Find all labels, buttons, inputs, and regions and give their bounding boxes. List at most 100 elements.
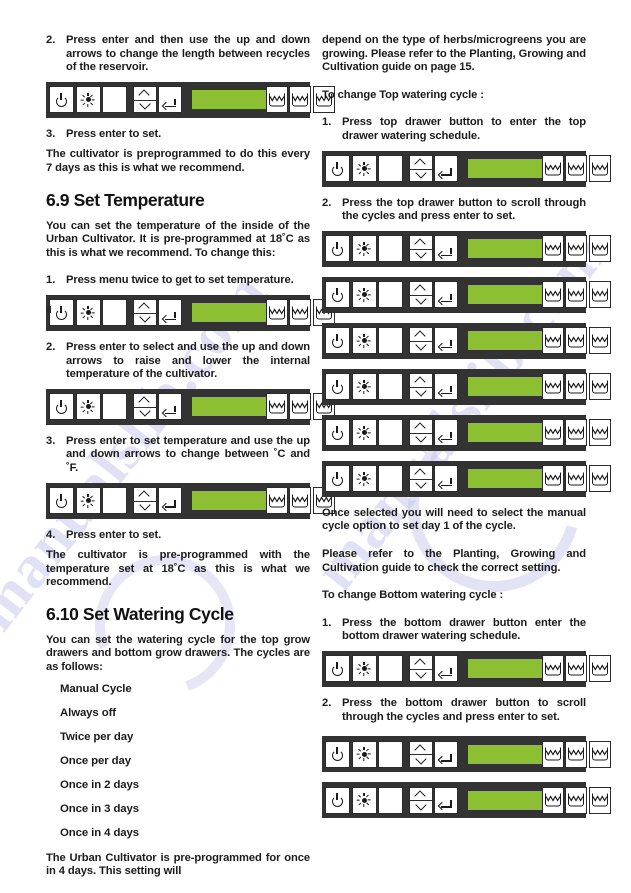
blank-key [378, 373, 403, 401]
lcd-display [467, 331, 542, 351]
enter-key [158, 393, 182, 421]
up-down-arrows-key [408, 786, 434, 814]
enter-key-icon [437, 753, 452, 765]
water-drawer-icon [588, 327, 611, 355]
light-button-key [75, 487, 101, 514]
step-text: Press enter to set. [66, 528, 162, 541]
water-drawer-icon [541, 327, 564, 355]
power-button-key [49, 487, 74, 514]
up-down-arrows-key [408, 740, 434, 768]
instruction-step: 1. Press top drawer button to enter the … [322, 116, 586, 143]
enter-key-icon [437, 294, 452, 306]
light-button-key [351, 155, 377, 183]
drawer-indicators [541, 327, 611, 355]
step-text: Press enter and then use the up and down… [66, 34, 310, 74]
step-text: Press the bottom drawer button to scroll… [342, 696, 586, 723]
enter-key-icon [161, 99, 176, 111]
power-button-key [325, 419, 350, 447]
list-item: Twice per day [60, 730, 134, 743]
water-drawer-icon [565, 327, 587, 355]
power-icon [55, 305, 68, 320]
power-button-key [325, 373, 350, 401]
power-icon [331, 379, 344, 394]
sun-icon [81, 493, 96, 508]
enter-key-icon [437, 432, 452, 444]
up-down-arrows-icon [133, 394, 158, 419]
power-button-key [325, 327, 350, 355]
water-drawer-icon [541, 786, 564, 814]
water-drawer-icon [588, 740, 611, 768]
list-item: Manual Cycle [60, 682, 132, 695]
up-down-arrows-icon [409, 420, 434, 445]
lcd-display [191, 491, 266, 510]
watering-cycle-list: Manual Cycle Always off Twice per day On… [46, 683, 310, 840]
step-number: 1. [322, 116, 332, 129]
blank-key [378, 327, 403, 355]
water-drawer-icon [541, 740, 564, 768]
enter-key-icon [161, 406, 176, 418]
instruction-step: 1. Press menu twice to get to set temper… [46, 274, 310, 288]
water-drawer-icon [588, 373, 611, 401]
step-text: Press top drawer button to enter the top… [342, 116, 586, 142]
step-text: Press menu twice to get to set temperatu… [66, 274, 294, 287]
power-icon [331, 471, 344, 486]
blank-key [378, 235, 403, 263]
control-panel-figure [322, 150, 611, 187]
power-button-key [325, 235, 350, 263]
lcd-display [467, 790, 542, 810]
up-down-arrows-key [408, 373, 434, 401]
step-number: 1. [322, 616, 332, 629]
enter-key [434, 155, 458, 183]
step-number: 1. [46, 274, 56, 287]
up-down-arrows-icon [409, 328, 434, 353]
sun-icon [357, 747, 372, 762]
right-column: depend on the type of herbs/microgreens … [322, 34, 611, 828]
water-drawer-icon [541, 465, 564, 493]
enter-key-icon [161, 312, 176, 324]
blank-key [378, 465, 403, 493]
up-down-arrows-icon [409, 788, 434, 813]
control-panel-figure [322, 736, 611, 773]
power-icon [331, 161, 344, 176]
drawer-indicators [541, 281, 611, 309]
blank-key [102, 487, 127, 514]
instruction-step: 2. Press the top drawer button to scroll… [322, 197, 586, 224]
blank-key [378, 281, 403, 309]
up-down-arrows-icon [133, 300, 158, 325]
power-icon [331, 793, 344, 808]
water-drawer-icon [565, 373, 587, 401]
up-down-arrows-icon [409, 156, 434, 181]
drawer-indicators [541, 419, 611, 447]
step-number: 2. [46, 340, 56, 353]
power-icon [331, 747, 344, 762]
control-panel-figure [46, 388, 335, 425]
lcd-display [467, 744, 542, 764]
list-item: Once in 4 days [60, 826, 140, 839]
top-cycle-heading: To change Top watering cycle : [322, 88, 484, 101]
light-button-key [75, 393, 101, 421]
power-icon [55, 399, 68, 414]
enter-key-icon [161, 500, 176, 511]
power-button-key [325, 155, 350, 183]
up-down-arrows-key [132, 299, 158, 327]
lcd-display [467, 423, 542, 443]
control-panel-figure [322, 230, 611, 267]
section-heading-temperature: 6.9 Set Temperature [46, 189, 205, 210]
power-icon [55, 493, 68, 508]
water-drawer-icon [265, 299, 288, 327]
water-drawer-icon [588, 786, 611, 814]
step-number: 2. [46, 34, 56, 46]
up-down-arrows-key [408, 327, 434, 355]
water-drawer-icon [265, 86, 288, 114]
instruction-step: 1. Press the bottom drawer button enter … [322, 617, 586, 644]
up-down-arrows-key [408, 281, 434, 309]
water-drawer-icon [265, 487, 288, 514]
sun-icon [81, 305, 96, 320]
drawer-indicators [541, 740, 611, 768]
enter-key-icon [437, 248, 452, 260]
up-down-arrows-key [408, 465, 434, 493]
light-button-key [351, 465, 377, 493]
instruction-step: 4. Press enter to set. [46, 529, 310, 543]
lcd-display [467, 239, 542, 259]
power-button-key [49, 299, 74, 327]
